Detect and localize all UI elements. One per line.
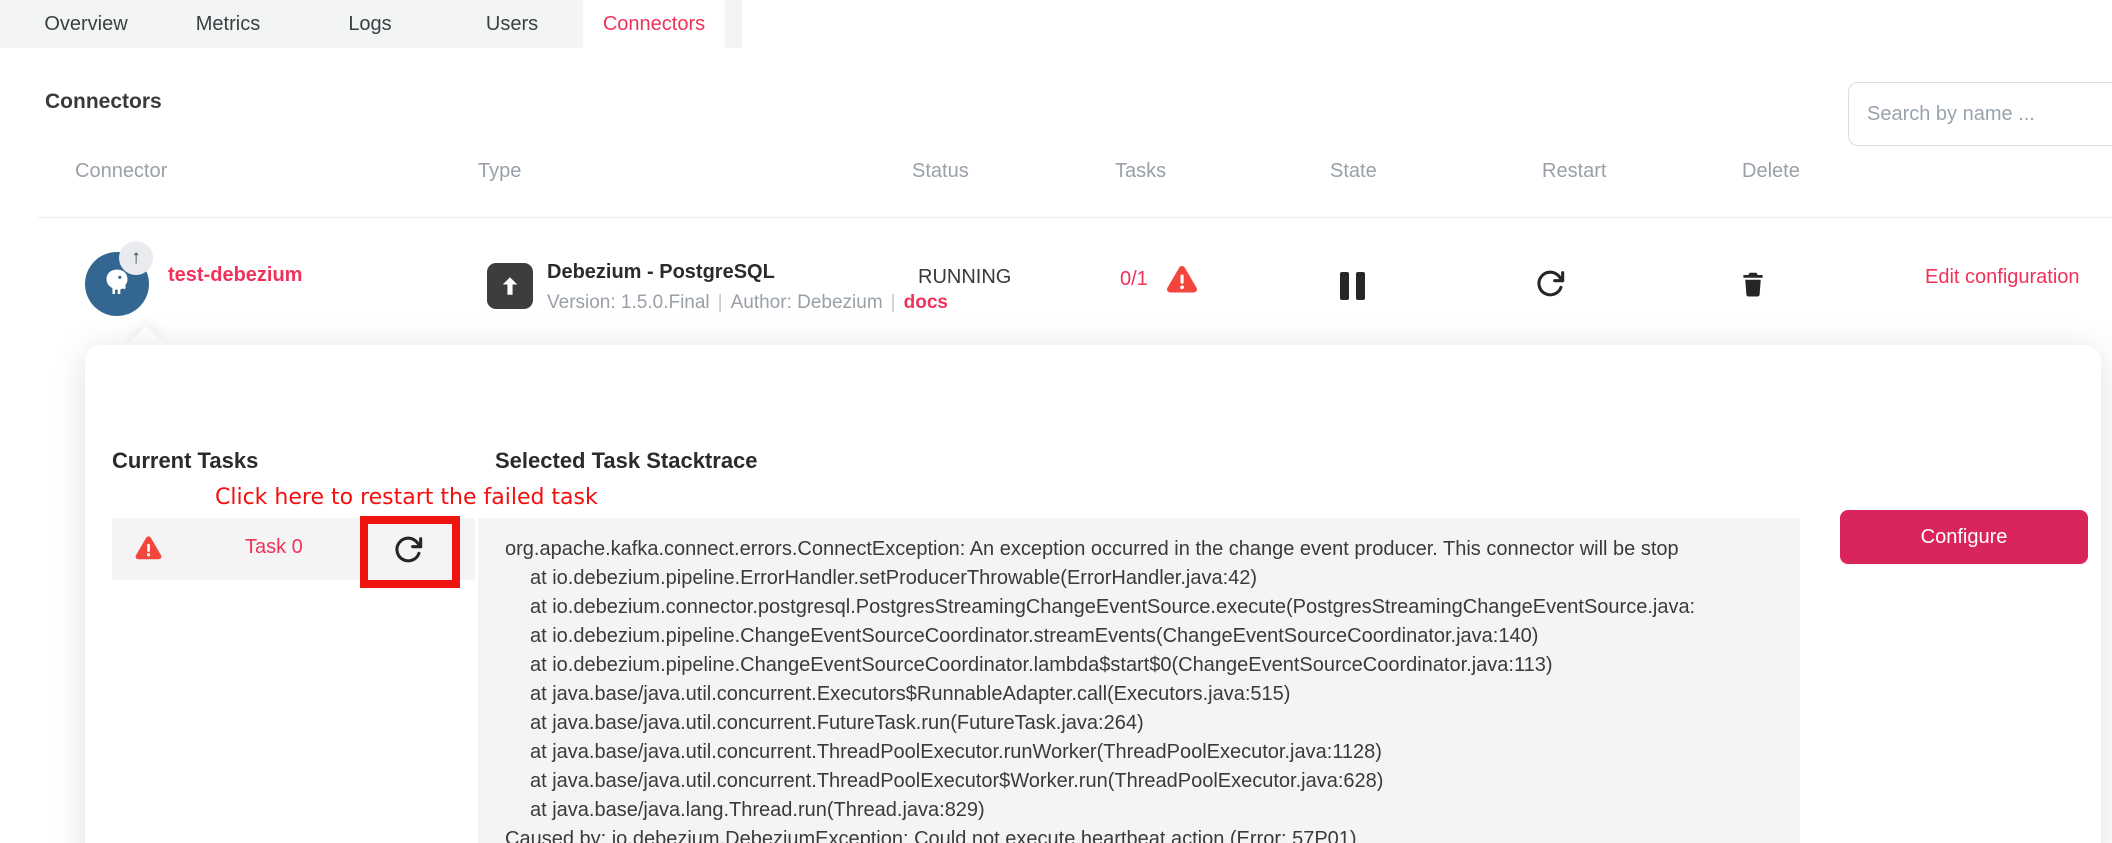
column-header-tasks: Tasks <box>1115 160 1166 183</box>
stacktrace-line: Caused by: io.debezium.DebeziumException… <box>505 825 1786 843</box>
task-warning-triangle-icon <box>133 533 164 564</box>
stacktrace-line: at io.debezium.pipeline.ChangeEventSourc… <box>505 651 1786 680</box>
stacktrace-line: at java.base/java.lang.Thread.run(Thread… <box>505 796 1786 825</box>
edit-configuration-link[interactable]: Edit configuration <box>1925 266 2080 289</box>
table-header-divider <box>38 217 2112 218</box>
warning-triangle-icon <box>1164 262 1200 298</box>
stacktrace-line: at java.base/java.util.concurrent.Thread… <box>505 738 1786 767</box>
column-header-type: Type <box>478 160 521 183</box>
page-title: Connectors <box>45 90 162 114</box>
docs-link[interactable]: docs <box>904 292 948 313</box>
connector-version: Version: 1.5.0.Final <box>547 292 710 313</box>
stacktrace-line: at java.base/java.util.concurrent.Thread… <box>505 767 1786 796</box>
search-input[interactable] <box>1848 82 2112 146</box>
source-arrow-up-icon <box>487 263 533 309</box>
column-header-status: Status <box>912 160 969 183</box>
tutorial-annotation-text: Click here to restart the failed task <box>215 485 598 510</box>
tutorial-annotation-rectangle <box>360 516 460 588</box>
source-badge-arrow-icon: ↑ <box>119 241 153 275</box>
connector-author: Author: Debezium <box>731 292 883 313</box>
configure-button[interactable]: Configure <box>1840 510 2088 564</box>
connector-type-name: Debezium - PostgreSQL <box>547 261 775 284</box>
stacktrace-line: at io.debezium.pipeline.ChangeEventSourc… <box>505 622 1786 651</box>
connector-type-meta: Version: 1.5.0.Final | Author: Debezium | do… <box>547 292 948 314</box>
task-label[interactable]: Task 0 <box>245 536 303 559</box>
stacktrace-line: org.apache.kafka.connect.errors.ConnectE… <box>505 535 1786 564</box>
stacktrace-line: at io.debezium.pipeline.ErrorHandler.set… <box>505 564 1786 593</box>
column-header-state: State <box>1330 160 1377 183</box>
tab-overview[interactable]: Overview <box>15 0 157 48</box>
stacktrace-line: at java.base/java.util.concurrent.Future… <box>505 709 1786 738</box>
tab-logs[interactable]: Logs <box>299 0 441 48</box>
stacktrace-box: org.apache.kafka.connect.errors.ConnectE… <box>478 518 1800 843</box>
column-header-delete: Delete <box>1742 160 1800 183</box>
tab-metrics[interactable]: Metrics <box>157 0 299 48</box>
connectors-page: Overview Metrics Logs Users Connectors C… <box>0 0 2112 843</box>
top-nav: Overview Metrics Logs Users Connectors <box>0 0 742 48</box>
stacktrace-line: at java.base/java.util.concurrent.Execut… <box>505 680 1786 709</box>
connector-name-link[interactable]: test-debezium <box>168 264 302 287</box>
column-header-restart: Restart <box>1542 160 1606 183</box>
pause-icon[interactable] <box>1340 272 1366 300</box>
stacktrace-title: Selected Task Stacktrace <box>495 448 758 474</box>
meta-separator: | <box>891 292 896 313</box>
tab-users[interactable]: Users <box>441 0 583 48</box>
tasks-ratio: 0/1 <box>1120 268 1148 291</box>
stacktrace-line: at io.debezium.connector.postgresql.Post… <box>505 593 1786 622</box>
current-tasks-title: Current Tasks <box>112 448 258 474</box>
connector-status: RUNNING <box>918 266 1011 289</box>
tab-connectors[interactable]: Connectors <box>583 0 725 48</box>
meta-separator: | <box>718 292 723 313</box>
column-header-connector: Connector <box>75 160 167 183</box>
trash-icon[interactable] <box>1738 268 1768 300</box>
restart-icon[interactable] <box>1534 268 1566 300</box>
